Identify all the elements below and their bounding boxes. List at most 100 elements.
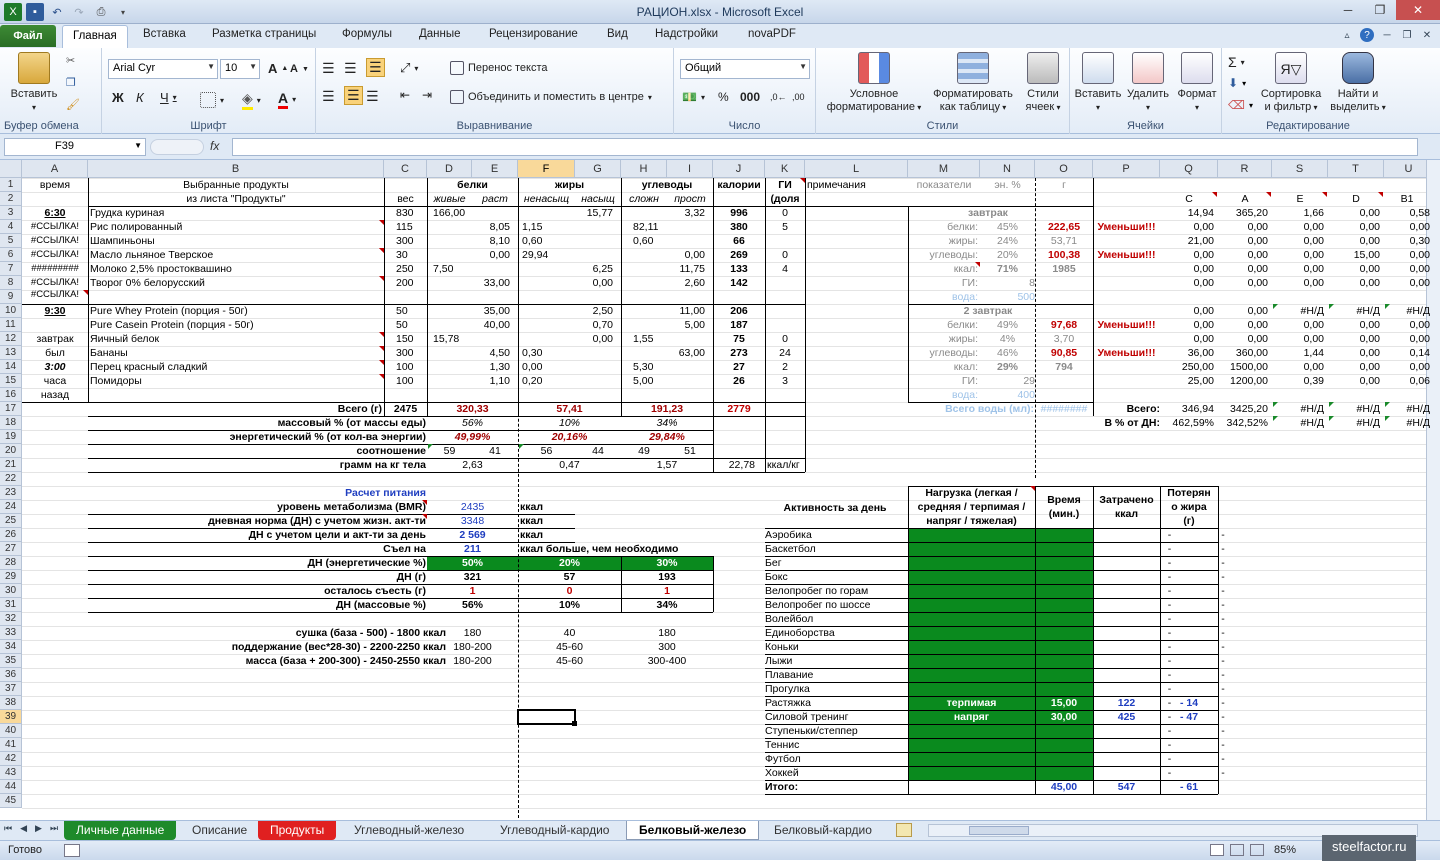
cell-h21[interactable]: 1,57 (621, 458, 713, 472)
row-header-19[interactable]: 19 (0, 430, 22, 444)
cell-e10[interactable]: 35,00 (472, 304, 510, 318)
cell-a21[interactable]: грамм на кг тела (88, 458, 426, 472)
cell-b17[interactable]: Всего (г) (88, 402, 382, 416)
cell-g11[interactable]: 0,70 (575, 318, 613, 332)
cell-q25[interactable]: (г) (1160, 514, 1218, 528)
row-header-39[interactable]: 39 (0, 710, 22, 724)
page-break-view-icon[interactable] (1250, 844, 1264, 856)
increase-indent-button[interactable]: ⇥ (422, 88, 432, 102)
cell-e7[interactable] (472, 262, 510, 276)
cell-n4[interactable]: 45% (980, 220, 1035, 234)
cell-k13[interactable]: 24 (765, 346, 805, 360)
cell-t11[interactable]: 0,00 (1328, 318, 1380, 332)
cell-n15[interactable]: 29 (980, 374, 1035, 388)
cell-h34[interactable]: 300 (621, 640, 713, 654)
cell-p35[interactable]: - (1136, 654, 1203, 668)
cell-m24[interactable]: средняя / терпимая / (908, 500, 1035, 514)
cell-a12[interactable]: завтрак (22, 332, 88, 346)
cell-r4[interactable]: 0,00 (1218, 220, 1268, 234)
cell-p25[interactable]: ккал (1093, 507, 1160, 521)
cell-e6[interactable]: 0,00 (472, 248, 510, 262)
cell-c2[interactable]: вес (384, 192, 427, 206)
cell-u14[interactable]: 0,00 (1384, 360, 1430, 374)
cell-f7[interactable] (522, 262, 572, 276)
cell-f8[interactable] (522, 276, 572, 290)
cell-b6[interactable]: Масло льняное Тверское (90, 248, 384, 262)
cell-h31[interactable]: 34% (621, 598, 713, 612)
cell-f28[interactable]: 20% (518, 556, 621, 570)
cell-a35[interactable]: масса (база + 200-300) - 2450-2550 ккал (88, 654, 446, 668)
cell-p24[interactable]: Затрачено (1093, 493, 1160, 507)
cell-d11[interactable] (433, 318, 472, 332)
cell-g3[interactable]: 15,77 (575, 206, 613, 220)
cell-p39[interactable]: 425 (1093, 710, 1160, 724)
cell-l38[interactable]: Растяжка (765, 696, 905, 710)
cell-c17[interactable]: 2475 (384, 402, 427, 416)
cell-b5[interactable]: Шампиньоны (90, 234, 384, 248)
cell-e15[interactable]: 1,10 (472, 374, 510, 388)
tab-data[interactable]: Данные (419, 28, 461, 40)
decrease-indent-button[interactable]: ⇤ (400, 88, 410, 102)
cell-m25[interactable]: напряг / тяжелая) (908, 514, 1035, 528)
cell-q7[interactable]: 0,00 (1160, 262, 1214, 276)
cell-h33[interactable]: 180 (621, 626, 713, 640)
cell-h18[interactable]: 34% (621, 416, 713, 430)
cell-a14[interactable]: 3:00 (22, 360, 88, 374)
cell-n8[interactable]: 8 (980, 276, 1035, 290)
row-header-15[interactable]: 15 (0, 374, 22, 388)
cell-k21[interactable]: ккал/кг (767, 458, 807, 472)
fill-button[interactable]: ⬇ ▾ (1228, 76, 1246, 90)
cell-k10[interactable] (765, 304, 805, 318)
cell-t12[interactable]: 0,00 (1328, 332, 1380, 346)
cell-t14[interactable]: 0,00 (1328, 360, 1380, 374)
cell-m12[interactable]: жиры: (908, 332, 978, 346)
row-header-21[interactable]: 21 (0, 458, 22, 472)
cell-l33[interactable]: Единоборства (765, 626, 905, 640)
cell-i6[interactable]: 0,00 (667, 248, 705, 262)
cell-m38[interactable]: терпимая (908, 696, 1035, 710)
row-header-28[interactable]: 28 (0, 556, 22, 570)
column-header-g[interactable]: G (575, 160, 621, 178)
cell-q18[interactable]: 462,59% (1160, 416, 1214, 430)
cell-p13[interactable]: Уменьши!!! (1093, 346, 1160, 360)
row-header-5[interactable]: 5 (0, 234, 22, 248)
cell-a13[interactable]: был (22, 346, 88, 360)
cell-a4[interactable]: #ССЫЛКА! (22, 220, 88, 234)
row-header-8[interactable]: 8 (0, 276, 22, 290)
cell-r15[interactable]: 1200,00 (1218, 374, 1268, 388)
cell-l44[interactable]: Итого: (765, 780, 905, 794)
wrap-text-button[interactable]: Перенос текста (450, 61, 548, 75)
cell-i3[interactable]: 3,32 (667, 206, 705, 220)
cell-a10[interactable]: 9:30 (22, 304, 88, 318)
cell-s18[interactable]: #Н/Д (1272, 416, 1324, 430)
cell-b10[interactable]: Pure Whey Protein (порция - 50г) (90, 304, 384, 318)
cell-q41[interactable]: - (1194, 738, 1252, 752)
align-right-button[interactable]: ☰ (366, 88, 379, 105)
cell-l35[interactable]: Лыжи (765, 654, 905, 668)
italic-button[interactable]: К (136, 90, 144, 105)
tab-file[interactable]: Файл (0, 25, 56, 47)
cell-q17[interactable]: 346,94 (1160, 402, 1214, 416)
cell-b15[interactable]: Помидоры (90, 374, 384, 388)
cell-f11[interactable] (522, 318, 572, 332)
cell-l27[interactable]: Баскетбол (765, 542, 905, 556)
cell-c3[interactable]: 830 (396, 206, 426, 220)
cell-g6[interactable] (575, 248, 613, 262)
cell-h8[interactable] (633, 276, 667, 290)
cell-c10[interactable]: 50 (396, 304, 426, 318)
cell-e12[interactable] (472, 332, 510, 346)
cell-t17[interactable]: #Н/Д (1328, 402, 1380, 416)
cell-p27[interactable]: - (1136, 542, 1203, 556)
cell-c13[interactable]: 300 (396, 346, 426, 360)
column-header-j[interactable]: J (713, 160, 765, 178)
sheet-tab-carb-iron[interactable]: Углеводный-железо (342, 821, 476, 840)
cell-f25[interactable]: ккал (520, 514, 580, 528)
cell-a6[interactable]: #ССЫЛКА! (22, 248, 88, 262)
cell-j5[interactable]: 66 (713, 234, 765, 248)
cell-i20[interactable]: 51 (667, 444, 713, 458)
cell-t13[interactable]: 0,00 (1328, 346, 1380, 360)
cell-d29[interactable]: 321 (427, 570, 518, 584)
font-size-combo[interactable]: 10 ▼ (220, 59, 260, 79)
column-header-a[interactable]: A (22, 160, 88, 178)
cell-q15[interactable]: 25,00 (1160, 374, 1214, 388)
